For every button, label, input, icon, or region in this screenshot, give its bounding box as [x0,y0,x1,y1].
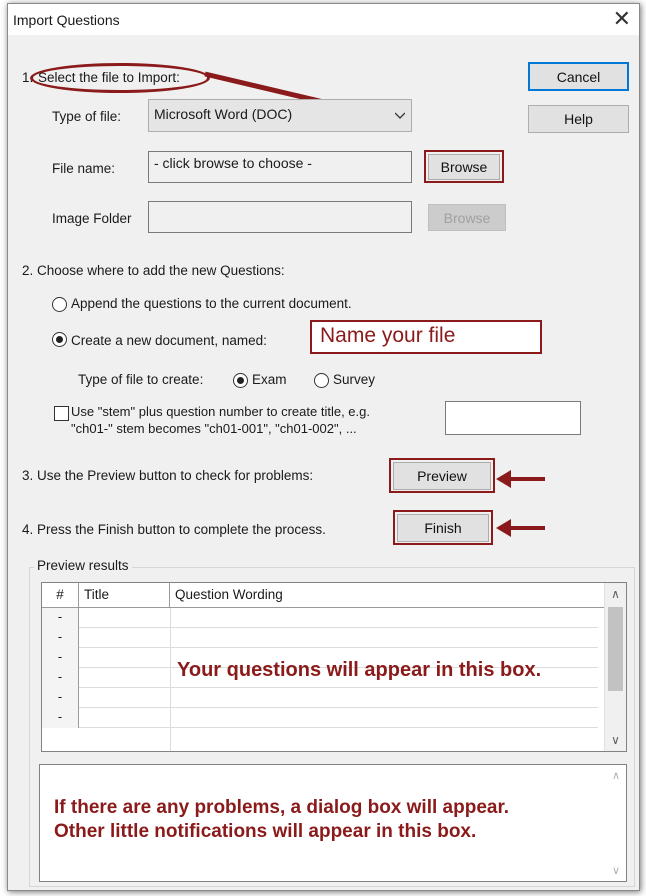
stem-description-line1: Use "stem" plus question number to creat… [71,404,370,419]
notifications-line2: Other little notifications will appear i… [54,821,477,842]
notes-scrollbar[interactable]: ∧ ∨ [606,765,626,881]
scroll-up-icon[interactable]: ∧ [606,769,626,782]
row-marker: - [42,688,79,708]
type-of-file-label: Type of file: [52,109,122,124]
row-marker: - [42,648,79,668]
close-icon[interactable]: ✕ [613,6,631,32]
stem-input[interactable] [445,401,581,435]
survey-label: Survey [333,372,376,387]
preview-results-grid[interactable]: # Title Question Wording - - - - - - You… [41,582,627,752]
preview-results-label: Preview results [34,558,132,573]
import-questions-dialog: Import Questions ✕ 1. Select the file to… [7,3,640,891]
type-of-file-value: Microsoft Word (DOC) [154,106,293,122]
create-new-radio[interactable] [52,332,67,347]
file-name-value: - click browse to choose - [154,155,312,171]
image-browse-button[interactable]: Browse [428,204,506,231]
stem-description-line2: "ch01-" stem becomes "ch01-001", "ch01-0… [71,421,357,436]
file-name-input[interactable]: - click browse to choose - [148,151,412,183]
cancel-button[interactable]: Cancel [528,62,629,91]
row-marker: - [42,668,79,688]
row-marker: - [42,708,79,728]
table-row[interactable]: - [42,688,598,708]
title-bar: Import Questions ✕ [8,4,639,35]
type-to-create-label: Type of file to create: [78,372,204,387]
document-name-value: Name your file [320,324,456,347]
scroll-up-icon[interactable]: ∧ [605,583,626,605]
arrow-left-icon [496,470,545,488]
append-radio[interactable] [52,297,67,312]
step3-label: 3. Use the Preview button to check for p… [22,468,314,483]
row-marker: - [42,628,79,648]
chevron-down-icon [395,112,405,119]
exam-label: Exam [252,372,287,387]
row-marker: - [42,608,79,628]
create-new-label: Create a new document, named: [71,333,267,348]
browse-highlight-box [424,150,504,183]
step4-label: 4. Press the Finish button to complete t… [22,522,326,537]
grid-scrollbar[interactable]: ∧ ∨ [604,583,626,751]
type-of-file-dropdown[interactable]: Microsoft Word (DOC) [148,99,412,132]
table-row[interactable]: - [42,608,598,628]
append-label: Append the questions to the current docu… [71,296,352,311]
annotation-oval [30,63,210,93]
notifications-box[interactable]: If there are any problems, a dialog box … [39,764,627,882]
table-row[interactable]: - [42,628,598,648]
step2-label: 2. Choose where to add the new Questions… [22,263,285,278]
table-row[interactable]: - [42,708,598,728]
column-header-title[interactable]: Title [79,583,170,608]
use-stem-checkbox[interactable] [54,406,69,421]
finish-highlight-box [393,510,493,545]
preview-overlay-text: Your questions will appear in this box. [177,659,542,681]
grid-header: # Title Question Wording [42,583,605,608]
exam-radio[interactable] [233,373,248,388]
column-header-number[interactable]: # [42,583,79,608]
scroll-down-icon[interactable]: ∨ [605,729,626,751]
image-folder-input[interactable] [148,201,412,233]
help-button[interactable]: Help [528,105,629,133]
file-name-label: File name: [52,161,116,176]
image-folder-label: Image Folder [52,211,132,226]
window-title: Import Questions [13,12,120,28]
survey-radio[interactable] [314,373,329,388]
arrow-left-icon [496,519,545,537]
column-header-question-wording[interactable]: Question Wording [170,583,605,608]
scroll-down-icon[interactable]: ∨ [606,864,626,877]
scroll-thumb[interactable] [608,607,623,691]
preview-highlight-box [389,458,495,493]
notifications-line1: If there are any problems, a dialog box … [54,797,510,818]
document-name-input[interactable]: Name your file [310,320,542,354]
